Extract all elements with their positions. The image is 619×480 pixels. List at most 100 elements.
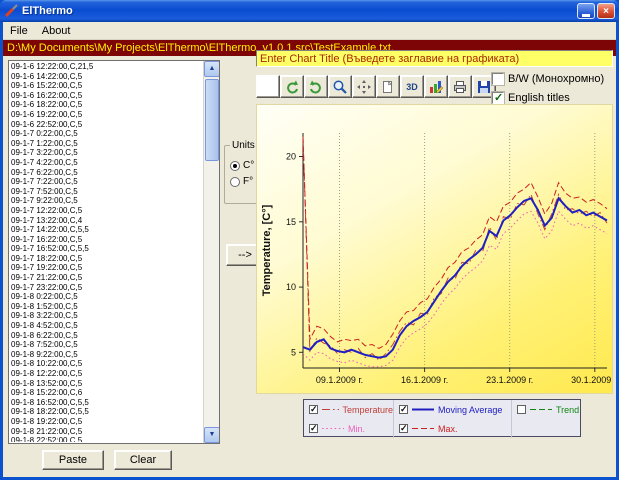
temperature-chart[interactable]: 09.1.2009 г. 16.1.2009 г. 23.1.2009 г. 30.1… [257, 105, 618, 398]
fahrenheit-radio[interactable] [230, 176, 240, 187]
print-button[interactable] [448, 75, 472, 98]
list-item[interactable]: 09-1-7 16:22:00,C,5 [11, 235, 202, 245]
legend-checkbox[interactable] [309, 404, 318, 415]
list-item[interactable]: 09-1-8 12:22:00,C,5 [11, 369, 202, 379]
list-item[interactable]: 09-1-7 12:22:00,C,5 [11, 206, 202, 216]
legend-label: Min. [348, 423, 366, 434]
legend-checkbox[interactable] [309, 423, 318, 434]
title-bar[interactable]: ElThermo × [0, 0, 619, 22]
minimize-button[interactable] [577, 3, 595, 19]
list-item[interactable]: 09-1-8 21:22:00,C,5 [11, 427, 202, 437]
scroll-up-icon[interactable]: ▲ [204, 61, 219, 77]
menu-about[interactable]: About [35, 23, 78, 39]
edit-chart-button[interactable] [424, 75, 448, 98]
legend-checkbox[interactable] [399, 404, 408, 415]
window-title: ElThermo [22, 5, 73, 17]
menu-bar: File About [3, 22, 616, 40]
threed-button[interactable]: 3D [400, 75, 424, 98]
list-scrollbar[interactable]: ▲ ▼ [203, 61, 219, 443]
close-button[interactable]: × [597, 3, 615, 19]
list-item[interactable]: 09-1-6 15:22:00,C,5 [11, 81, 202, 91]
list-item[interactable]: 09-1-8 19:22:00,C,5 [11, 417, 202, 427]
legend-item-movingaverage[interactable]: Moving Average [394, 400, 512, 419]
chart-area[interactable]: 09.1.2009 г. 16.1.2009 г. 23.1.2009 г. 30.1… [256, 104, 618, 394]
list-item[interactable]: 09-1-7 21:22:00,C,5 [11, 273, 202, 283]
list-item[interactable]: 09-1-8 22:52:00,C,5 [11, 436, 202, 442]
chart-legend: Temperature Moving Average Trend Min. Max. [303, 399, 581, 438]
legend-checkbox[interactable] [517, 405, 526, 414]
blank-tool-button[interactable] [256, 75, 280, 98]
list-item[interactable]: 09-1-7 1:22:00,C,5 [11, 139, 202, 149]
rotate-cw-button[interactable] [304, 75, 328, 98]
data-list[interactable]: 09-1-6 12:22:00,C,21,5 09-1-6 14:22:00,C,… [8, 60, 220, 444]
menu-file[interactable]: File [3, 23, 35, 39]
print-icon [454, 80, 466, 93]
list-item[interactable]: 09-1-8 3:22:00,C,5 [11, 311, 202, 321]
list-item[interactable]: 09-1-6 12:22:00,C,21,5 [11, 62, 202, 72]
list-item[interactable]: 09-1-6 22:52:00,C,5 [11, 120, 202, 130]
list-item[interactable]: 09-1-6 16:22:00,C,5 [11, 91, 202, 101]
list-item[interactable]: 09-1-7 9:22:00,C,5 [11, 196, 202, 206]
scroll-thumb[interactable] [205, 79, 219, 161]
list-item[interactable]: 09-1-8 13:52:00,C,5 [11, 379, 202, 389]
bw-checkbox-row[interactable]: B/W (Монохромно) [491, 72, 605, 86]
list-item[interactable]: 09-1-6 14:22:00,C,5 [11, 72, 202, 82]
list-item[interactable]: 09-1-8 15:22:00,C,6 [11, 388, 202, 398]
fahrenheit-label: F° [243, 176, 254, 187]
close-icon: × [603, 5, 609, 17]
list-item[interactable]: 09-1-7 18:22:00,C,5 [11, 254, 202, 264]
list-item[interactable]: 09-1-8 7:52:00,C,5 [11, 340, 202, 350]
list-item[interactable]: 09-1-8 6:22:00,C,5 [11, 331, 202, 341]
svg-text:15: 15 [286, 217, 296, 227]
celsius-radio[interactable] [230, 160, 240, 171]
legend-line-sample [412, 408, 434, 411]
legend-label: Max. [438, 423, 458, 434]
list-item[interactable]: 09-1-8 18:22:00,C,5,5 [11, 407, 202, 417]
legend-checkbox[interactable] [399, 423, 408, 434]
chart-title-input[interactable] [256, 50, 613, 67]
list-item[interactable]: 09-1-7 14:22:00,C,5,5 [11, 225, 202, 235]
copy-page-icon [383, 80, 393, 93]
paste-button[interactable]: Paste [42, 450, 104, 470]
list-item[interactable]: 09-1-7 4:22:00,C,5 [11, 158, 202, 168]
list-item[interactable]: 09-1-7 7:22:00,C,5 [11, 177, 202, 187]
english-titles-checkbox-label: English titles [508, 92, 570, 104]
bw-checkbox[interactable] [491, 72, 505, 86]
list-item[interactable]: 09-1-7 19:22:00,C,5 [11, 263, 202, 273]
data-list-items: 09-1-6 12:22:00,C,21,5 09-1-6 14:22:00,C,… [11, 62, 202, 442]
list-item[interactable]: 09-1-7 7:52:00,C,5 [11, 187, 202, 197]
list-item[interactable]: 09-1-8 9:22:00,C,5 [11, 350, 202, 360]
copy-page-button[interactable] [376, 75, 400, 98]
bw-checkbox-label: B/W (Монохромно) [508, 73, 605, 85]
list-item[interactable]: 09-1-7 16:52:00,C,5,5 [11, 244, 202, 254]
pan-button[interactable] [352, 75, 376, 98]
rotate-ccw-button[interactable] [280, 75, 304, 98]
english-titles-checkbox-row[interactable]: English titles [491, 91, 570, 105]
legend-label: Trend [556, 404, 580, 415]
legend-item-temperature[interactable]: Temperature [304, 400, 394, 419]
list-item[interactable]: 09-1-7 13:22:00,C,4 [11, 216, 202, 226]
rotate-ccw-icon [287, 80, 298, 93]
english-titles-checkbox[interactable] [491, 91, 505, 105]
legend-item-min[interactable]: Min. [304, 419, 394, 438]
clear-button[interactable]: Clear [114, 450, 172, 470]
list-item[interactable]: 09-1-8 0:22:00,C,5 [11, 292, 202, 302]
scroll-down-icon[interactable]: ▼ [204, 427, 219, 443]
list-item[interactable]: 09-1-8 1:52:00,C,5 [11, 302, 202, 312]
zoom-button[interactable] [328, 75, 352, 98]
legend-item-max[interactable]: Max. [394, 419, 512, 438]
svg-text:16.1.2009 г.: 16.1.2009 г. [401, 375, 448, 385]
list-item[interactable]: 09-1-7 3:22:00,C,5 [11, 148, 202, 158]
list-item[interactable]: 09-1-6 18:22:00,C,5 [11, 100, 202, 110]
app-window: ElThermo × File About D:\My Documents\My… [0, 0, 619, 480]
list-item[interactable]: 09-1-7 0:22:00,C,5 [11, 129, 202, 139]
list-item[interactable]: 09-1-7 23:22:00,C,5 [11, 283, 202, 293]
threed-label: 3D [406, 81, 418, 92]
list-item[interactable]: 09-1-6 19:22:00,C,5 [11, 110, 202, 120]
list-item[interactable]: 09-1-8 10:22:00,C,5 [11, 359, 202, 369]
list-item[interactable]: 09-1-8 16:52:00,C,5,5 [11, 398, 202, 408]
svg-text:23.1.2009 г.: 23.1.2009 г. [486, 375, 533, 385]
list-item[interactable]: 09-1-7 6:22:00,C,5 [11, 168, 202, 178]
list-item[interactable]: 09-1-8 4:52:00,C,5 [11, 321, 202, 331]
legend-item-trend[interactable]: Trend [512, 400, 580, 419]
